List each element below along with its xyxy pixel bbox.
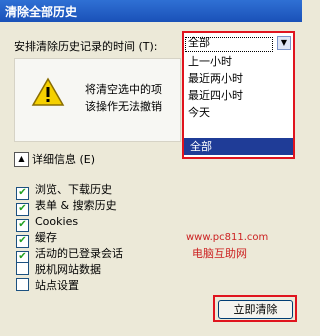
clear-now-highlight: 立即清除: [213, 295, 297, 322]
window-title: 清除全部历史: [5, 5, 78, 19]
details-toggle-button[interactable]: ▲: [14, 152, 29, 167]
checkbox-label: 脱机网站数据: [35, 263, 101, 276]
checkbox-label: 表单 & 搜索历史: [35, 199, 117, 212]
time-range-dropdown[interactable]: 全部 ▼ 上一小时 最近两小时 最近四小时 今天 全部: [182, 31, 295, 159]
checkbox-row-site-settings[interactable]: 站点设置: [16, 278, 79, 294]
time-range-label: 安排清除历史记录的时间 (T):: [14, 40, 158, 53]
checkbox-row-active-logins[interactable]: ✔ 活动的已登录会话: [16, 246, 123, 264]
checkbox-label: Cookies: [35, 215, 79, 228]
checkbox-row-cookies[interactable]: ✔ Cookies: [16, 214, 79, 232]
chevron-down-icon[interactable]: ▼: [277, 36, 291, 50]
checkbox-label: 缓存: [35, 231, 57, 244]
warning-panel: 将清空选中的项 该操作无法撤销: [14, 58, 181, 142]
checkbox-label: 站点设置: [35, 279, 79, 292]
dropdown-selected-value: 全部: [188, 36, 210, 49]
checkbox-site-settings[interactable]: [16, 278, 29, 291]
warning-text: 将清空选中的项 该操作无法撤销: [85, 81, 162, 115]
chevron-up-icon: ▲: [18, 154, 25, 163]
checkbox-row-browse-history[interactable]: ✔ 浏览、下载历史: [16, 182, 112, 200]
checkbox-row-form-history[interactable]: ✔ 表单 & 搜索历史: [16, 198, 117, 216]
watermark-url: www.pc811.com: [186, 232, 269, 243]
clear-now-button[interactable]: 立即清除: [218, 300, 293, 319]
checkbox-row-cache[interactable]: ✔ 缓存: [16, 230, 57, 248]
checkbox-label: 浏览、下载历史: [35, 183, 112, 196]
watermark-name: 电脑互助网: [192, 247, 247, 260]
dropdown-option-all[interactable]: 全部: [184, 138, 293, 155]
checkbox-offline-data[interactable]: [16, 262, 29, 275]
details-label: 详细信息 (E): [32, 153, 96, 166]
dropdown-option-four-hours[interactable]: 最近四小时: [188, 88, 243, 104]
checkbox-row-offline-data[interactable]: 脱机网站数据: [16, 262, 101, 278]
warning-icon: [31, 77, 65, 106]
warning-line-2: 该操作无法撤销: [85, 100, 162, 113]
title-bar: 清除全部历史: [0, 0, 302, 22]
warning-line-1: 将清空选中的项: [85, 83, 162, 96]
dropdown-option-today[interactable]: 今天: [188, 105, 210, 121]
dropdown-option-hour[interactable]: 上一小时: [188, 54, 232, 70]
dropdown-option-two-hours[interactable]: 最近两小时: [188, 71, 243, 87]
checkbox-label: 活动的已登录会话: [35, 247, 123, 260]
